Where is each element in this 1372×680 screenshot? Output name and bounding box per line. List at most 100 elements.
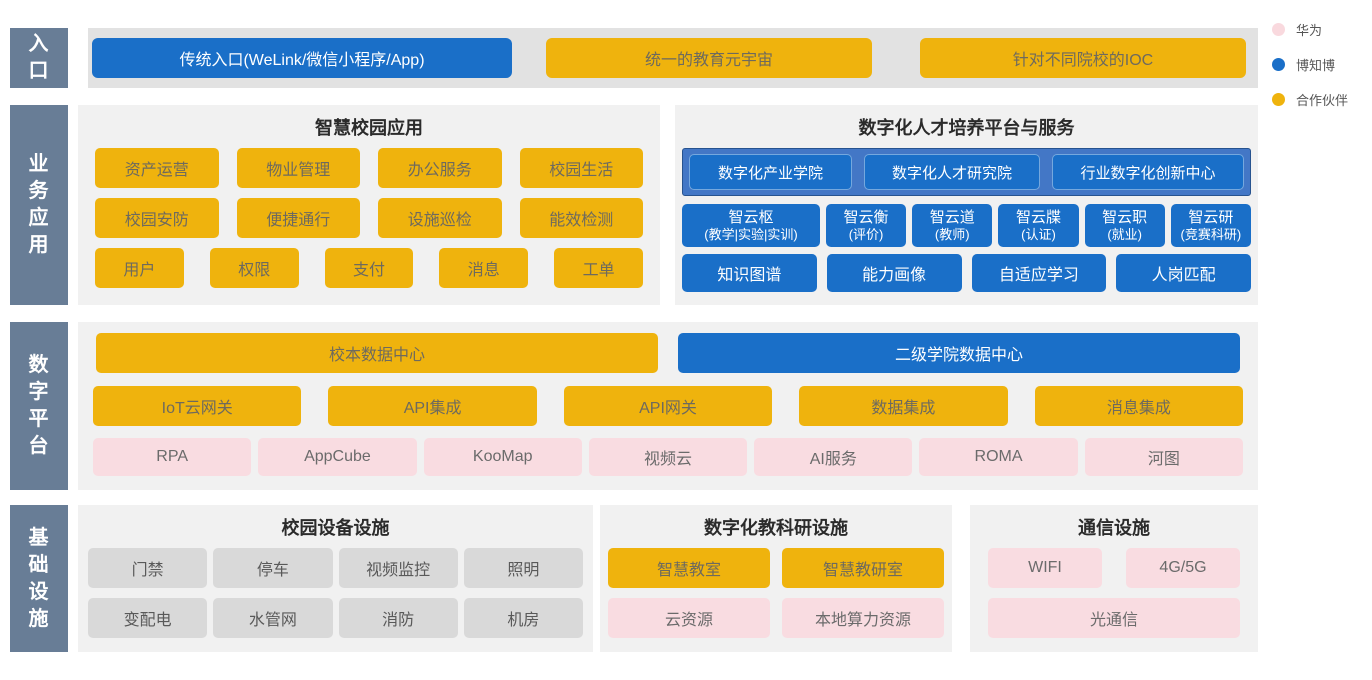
integration-row: IoT云网关 API集成 API网关 数据集成 消息集成 (93, 386, 1243, 426)
legend: 华为 博知博 合作伙伴 (1272, 22, 1348, 127)
talent-platform-title: 数字化人才培养平台与服务 (675, 105, 1258, 148)
talent-platform-panel: 数字化人才培养平台与服务 数字化产业学院 数字化人才研究院 行业数字化创新中心 … (675, 105, 1258, 305)
traditional-entry-block: 传统入口(WeLink/微信小程序/App) (92, 38, 512, 78)
zhiyun-block: 智云道 (教师) (912, 204, 992, 247)
campus-app-block: 便捷通行 (237, 198, 361, 238)
zhiyun-block: 智云枢 (教学|实验|实训) (682, 204, 820, 247)
equipment-block: 变配电 (88, 598, 207, 638)
legend-label: 博知博 (1296, 55, 1335, 74)
equipment-block: 消防 (339, 598, 458, 638)
band-label-entry: 入口 (10, 28, 68, 88)
zhiyun-subtitle: (认证) (1021, 227, 1056, 243)
campus-app-block: 校园生活 (520, 148, 644, 188)
campus-app-block: 物业管理 (237, 148, 361, 188)
equipment-block: 门禁 (88, 548, 207, 588)
campus-app-block: 设施巡检 (378, 198, 502, 238)
ai-capability-block: 能力画像 (827, 254, 962, 292)
campus-common-block: 消息 (439, 248, 528, 288)
campus-common-block: 权限 (210, 248, 299, 288)
network-block: 光通信 (988, 598, 1240, 638)
huawei-service-block: ROMA (919, 438, 1077, 476)
zhiyun-block: 智云衡 (评价) (826, 204, 906, 247)
teaching-row-1: 智慧教室 智慧教研室 (608, 548, 944, 588)
institute-block: 数字化产业学院 (689, 154, 852, 190)
zhiyun-subtitle: (教师) (935, 227, 970, 243)
integration-block: API网关 (564, 386, 772, 426)
network-block: 4G/5G (1126, 548, 1240, 588)
campus-app-block: 资产运营 (95, 148, 219, 188)
teaching-facility-block: 智慧教研室 (782, 548, 944, 588)
smart-campus-architecture-diagram: 入口 业务应用 数字平台 基础设施 传统入口(WeLink/微信小程序/App)… (0, 0, 1372, 680)
ai-capability-block: 人岗匹配 (1116, 254, 1251, 292)
equipment-block: 视频监控 (339, 548, 458, 588)
teaching-research-panel: 数字化教科研设施 智慧教室 智慧教研室 云资源 本地算力资源 (600, 505, 952, 652)
campus-app-block: 校园安防 (95, 198, 219, 238)
equipment-row-1: 门禁 停车 视频监控 照明 (88, 548, 583, 588)
partner-color-dot-icon (1272, 93, 1285, 106)
huawei-color-dot-icon (1272, 23, 1285, 36)
huawei-service-block: RPA (93, 438, 251, 476)
network-block: WIFI (988, 548, 1102, 588)
zhiyun-subtitle: (竞赛科研) (1181, 227, 1242, 243)
ai-capability-block: 知识图谱 (682, 254, 817, 292)
campus-app-block: 能效检测 (520, 198, 644, 238)
institute-block: 数字化人才研究院 (864, 154, 1040, 190)
zhiyun-products-row: 智云枢 (教学|实验|实训) 智云衡 (评价) 智云道 (教师) 智云牒 (认证… (682, 204, 1251, 247)
huawei-service-block: KooMap (424, 438, 582, 476)
huawei-service-block: 河图 (1085, 438, 1243, 476)
huawei-service-block: 视频云 (589, 438, 747, 476)
education-metaverse-block: 统一的教育元宇宙 (546, 38, 872, 78)
college-data-center-block: 二级学院数据中心 (678, 333, 1240, 373)
band-label-digital-platform: 数字平台 (10, 322, 68, 490)
zhiyun-name: 智云牒 (1016, 209, 1061, 227)
campus-equipment-panel: 校园设备设施 门禁 停车 视频监控 照明 变配电 水管网 消防 机房 (78, 505, 593, 652)
zhiyun-name: 智云枢 (728, 209, 773, 227)
smart-campus-apps-title: 智慧校园应用 (78, 105, 660, 148)
campus-common-block: 用户 (95, 248, 184, 288)
zhiyun-name: 智云职 (1102, 209, 1147, 227)
legend-label: 华为 (1296, 20, 1322, 39)
equipment-block: 机房 (464, 598, 583, 638)
school-data-center-block: 校本数据中心 (96, 333, 658, 373)
campus-apps-row-1: 资产运营 物业管理 办公服务 校园生活 (95, 148, 643, 188)
campus-app-block: 办公服务 (378, 148, 502, 188)
huawei-service-block: AppCube (258, 438, 416, 476)
integration-block: 数据集成 (799, 386, 1007, 426)
zhiyun-name: 智云道 (930, 209, 975, 227)
campus-apps-row-2: 校园安防 便捷通行 设施巡检 能效检测 (95, 198, 643, 238)
ai-capability-block: 自适应学习 (972, 254, 1107, 292)
integration-block: API集成 (328, 386, 536, 426)
zhiyun-block: 智云牒 (认证) (998, 204, 1078, 247)
digital-platform-panel: 校本数据中心 二级学院数据中心 IoT云网关 API集成 API网关 数据集成 … (78, 322, 1258, 490)
huawei-services-row: RPA AppCube KooMap 视频云 AI服务 ROMA 河图 (93, 438, 1243, 476)
campus-apps-row-3: 用户 权限 支付 消息 工单 (95, 248, 643, 288)
band-label-business-apps: 业务应用 (10, 105, 68, 305)
integration-block: IoT云网关 (93, 386, 301, 426)
zhiyun-block: 智云研 (竞赛科研) (1171, 204, 1251, 247)
communication-row-2: 光通信 (988, 598, 1240, 638)
zhiyun-subtitle: (评价) (849, 227, 884, 243)
ai-capabilities-row: 知识图谱 能力画像 自适应学习 人岗匹配 (682, 254, 1251, 292)
legend-item-huawei: 华为 (1272, 22, 1348, 36)
entry-band: 传统入口(WeLink/微信小程序/App) 统一的教育元宇宙 针对不同院校的I… (88, 28, 1258, 88)
integration-block: 消息集成 (1035, 386, 1243, 426)
smart-campus-apps-panel: 智慧校园应用 资产运营 物业管理 办公服务 校园生活 校园安防 便捷通行 设施巡… (78, 105, 660, 305)
equipment-block: 照明 (464, 548, 583, 588)
zhiyun-subtitle: (就业) (1107, 227, 1142, 243)
zhiyun-subtitle: (教学|实验|实训) (704, 227, 797, 243)
campus-common-block: 支付 (325, 248, 414, 288)
equipment-block: 水管网 (213, 598, 332, 638)
legend-label: 合作伙伴 (1296, 90, 1348, 109)
teaching-facility-block: 智慧教室 (608, 548, 770, 588)
huawei-service-block: AI服务 (754, 438, 912, 476)
data-center-row: 校本数据中心 二级学院数据中心 (96, 333, 1240, 373)
campus-common-block: 工单 (554, 248, 643, 288)
compute-resource-block: 本地算力资源 (782, 598, 944, 638)
equipment-row-2: 变配电 水管网 消防 机房 (88, 598, 583, 638)
campus-equipment-title: 校园设备设施 (78, 505, 593, 548)
communication-panel: 通信设施 WIFI 4G/5G 光通信 (970, 505, 1258, 652)
band-label-infrastructure: 基础设施 (10, 505, 68, 652)
zhiyun-block: 智云职 (就业) (1085, 204, 1165, 247)
equipment-block: 停车 (213, 548, 332, 588)
communication-row-1: WIFI 4G/5G (988, 548, 1240, 588)
